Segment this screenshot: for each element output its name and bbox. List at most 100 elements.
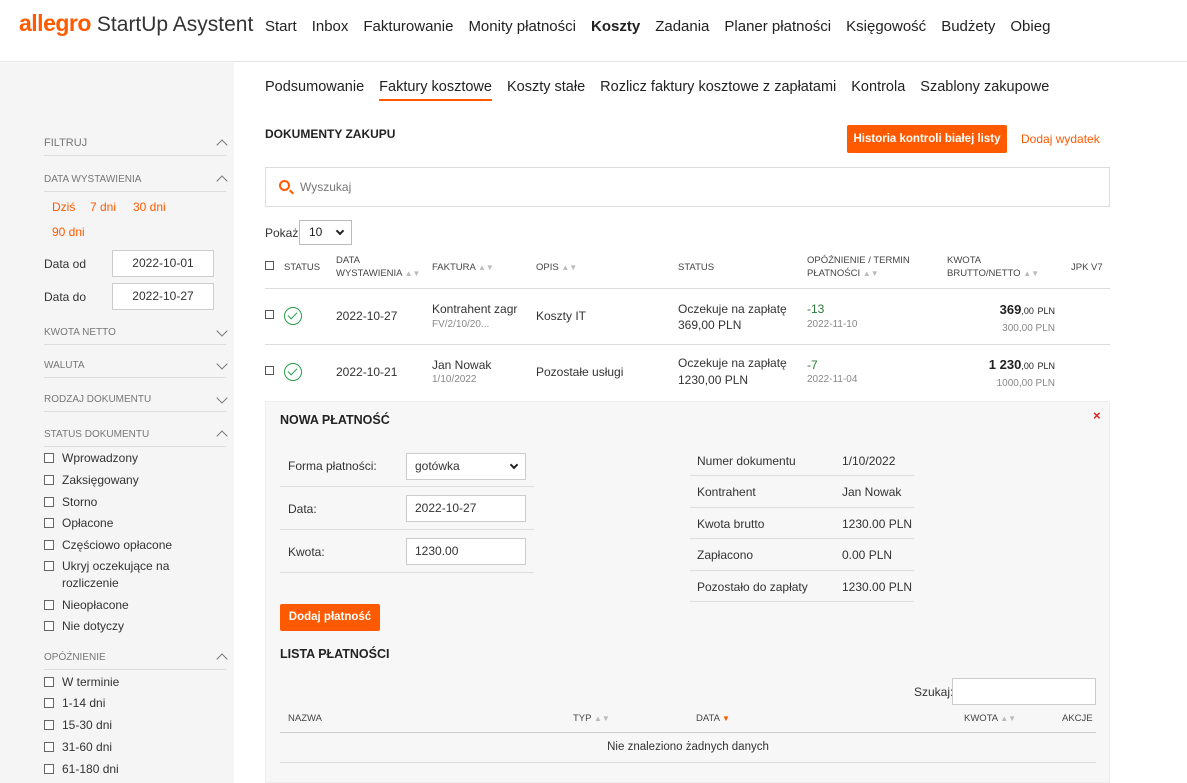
tab-cost-invoices[interactable]: Faktury kosztowe [379, 79, 492, 101]
date-from-input[interactable]: 2022-10-01 [112, 250, 214, 277]
delay-filter-label: 15-30 dni [62, 718, 113, 732]
quick-30-days[interactable]: 30 dni [133, 200, 166, 214]
row-desc: Koszty IT [536, 309, 587, 323]
nav-budzety[interactable]: Budżety [941, 18, 995, 35]
date-section-header[interactable]: DATA WYSTAWIENIA [44, 173, 228, 192]
payment-date-input[interactable]: 2022-10-27 [406, 495, 526, 522]
check-circle-icon [284, 307, 302, 325]
delay-filter-item[interactable]: 31-60 dni [44, 739, 214, 756]
tab-control[interactable]: Kontrola [851, 79, 905, 101]
doc-type-header[interactable]: RODZAJ DOKUMENTU [44, 391, 228, 412]
col-desc[interactable]: OPIS ▲▼ [536, 261, 577, 274]
status-filter-item[interactable]: Opłacone [44, 515, 214, 532]
tab-settle[interactable]: Rozlicz faktury kosztowe z zapłatami [600, 79, 836, 101]
checkbox[interactable] [44, 677, 54, 687]
tab-fixed-costs[interactable]: Koszty stałe [507, 79, 585, 101]
row-number: 1/10/2022 [432, 374, 477, 385]
quick-90-days[interactable]: 90 dni [52, 225, 85, 239]
sort-icon: ▲▼ [404, 269, 421, 278]
search-box[interactable]: Wyszukaj [265, 167, 1110, 207]
currency-header[interactable]: WALUTA [44, 357, 228, 378]
sort-icon: ▲▼ [477, 263, 494, 272]
payment-method-select[interactable]: gotówka [406, 453, 526, 480]
status-filter-item[interactable]: Zaksięgowany [44, 472, 214, 489]
delay-filter-item[interactable]: W terminie [44, 674, 214, 691]
col-type[interactable]: TYP ▲▼ [573, 712, 610, 725]
checkbox[interactable] [44, 742, 54, 752]
nav-koszty[interactable]: Koszty [591, 18, 640, 35]
page-size-select[interactable]: 10 [299, 220, 352, 245]
quick-7-days[interactable]: 7 dni [90, 200, 116, 214]
checkbox[interactable] [44, 475, 54, 485]
delay-filter-item[interactable]: 1-14 dni [44, 695, 214, 712]
checkbox[interactable] [44, 497, 54, 507]
col-delay[interactable]: OPÓŹNIENIE / TERMIN PŁATNOŚCI ▲▼ [807, 254, 910, 280]
row-contractor[interactable]: Kontrahent zagr [432, 302, 517, 316]
status-filter-label: Nie dotyczy [62, 619, 125, 633]
checkbox[interactable] [44, 621, 54, 631]
select-all-checkbox[interactable] [265, 261, 274, 270]
divider [280, 529, 534, 530]
checkbox[interactable] [44, 764, 54, 774]
delay-filter-item[interactable]: 15-30 dni [44, 717, 214, 734]
row-checkbox[interactable] [265, 366, 274, 375]
nav-inbox[interactable]: Inbox [312, 18, 349, 35]
chevron-down-icon [216, 324, 228, 337]
close-icon[interactable]: × [1093, 408, 1101, 423]
delay-header[interactable]: OPÓŹNIENIE [44, 651, 228, 670]
checkbox[interactable] [44, 720, 54, 730]
status-filter-item[interactable]: Nie dotyczy [44, 618, 214, 635]
tab-templates[interactable]: Szablony zakupowe [920, 79, 1049, 101]
logo[interactable]: allegro StartUp Asystent [19, 10, 253, 37]
date-to-input[interactable]: 2022-10-27 [112, 283, 214, 310]
top-bar: allegro StartUp Asystent Start Inbox Fak… [0, 0, 1187, 62]
nav-monity[interactable]: Monity płatności [468, 18, 576, 35]
search-placeholder: Wyszukaj [300, 180, 352, 194]
col-invoice-label: FAKTURA [432, 262, 476, 273]
checkbox[interactable] [44, 540, 54, 550]
row-checkbox[interactable] [265, 310, 274, 319]
status-filter-item[interactable]: Częściowo opłacone [44, 537, 214, 554]
info-label: Kwota brutto [697, 517, 765, 531]
nav-planer[interactable]: Planer płatności [724, 18, 831, 35]
col-pay-date[interactable]: DATA ▼ [696, 712, 730, 725]
doc-status-header[interactable]: STATUS DOKUMENTU [44, 428, 228, 447]
nav-ksiegowosc[interactable]: Księgowość [846, 18, 926, 35]
whitelist-history-button[interactable]: Historia kontroli białej listy [847, 125, 1007, 153]
net-amount-header[interactable]: KWOTA NETTO [44, 324, 228, 345]
col-pay-amount[interactable]: KWOTA ▲▼ [964, 712, 1016, 725]
status-filter-label: Zaksięgowany [62, 473, 139, 487]
logo-brand: allegro [19, 10, 91, 36]
add-expense-link[interactable]: Dodaj wydatek [1021, 132, 1100, 146]
payment-amount-input[interactable]: 1230.00 [406, 538, 526, 565]
nav-zadania[interactable]: Zadania [655, 18, 709, 35]
status-filter-item[interactable]: Ukryj oczekujące na rozliczenie [44, 558, 184, 592]
col-date[interactable]: DATA WYSTAWIENIA ▲▼ [336, 254, 420, 280]
chevron-down-icon [335, 226, 345, 236]
status-filter-item[interactable]: Storno [44, 494, 214, 511]
row-date: 2022-10-21 [336, 365, 398, 379]
col-amount[interactable]: KWOTA BRUTTO/NETTO ▲▼ [947, 254, 1039, 280]
status-filter-item[interactable]: Wprowadzony [44, 450, 214, 467]
col-invoice[interactable]: FAKTURA ▲▼ [432, 261, 494, 274]
nav-fakturowanie[interactable]: Fakturowanie [363, 18, 453, 35]
list-search-input[interactable] [952, 678, 1096, 705]
col-delay-line1: OPÓŹNIENIE / TERMIN [807, 255, 910, 266]
checkbox[interactable] [44, 561, 54, 571]
nav-start[interactable]: Start [265, 18, 297, 35]
row-delay: -7 [807, 358, 818, 372]
checkbox[interactable] [44, 600, 54, 610]
status-filter-item[interactable]: Nieopłacone [44, 597, 214, 614]
delay-filter-item[interactable]: 61-180 dni [44, 761, 214, 778]
checkbox[interactable] [44, 453, 54, 463]
filter-header[interactable]: FILTRUJ [44, 137, 228, 156]
row-due: 2022-11-04 [807, 374, 858, 385]
add-payment-button[interactable]: Dodaj płatność [280, 604, 380, 631]
sort-icon: ▲▼ [593, 714, 610, 723]
quick-today[interactable]: Dziś [52, 200, 75, 214]
row-contractor[interactable]: Jan Nowak [432, 358, 491, 372]
checkbox[interactable] [44, 698, 54, 708]
tab-summary[interactable]: Podsumowanie [265, 79, 364, 101]
nav-obieg[interactable]: Obieg [1010, 18, 1050, 35]
checkbox[interactable] [44, 518, 54, 528]
